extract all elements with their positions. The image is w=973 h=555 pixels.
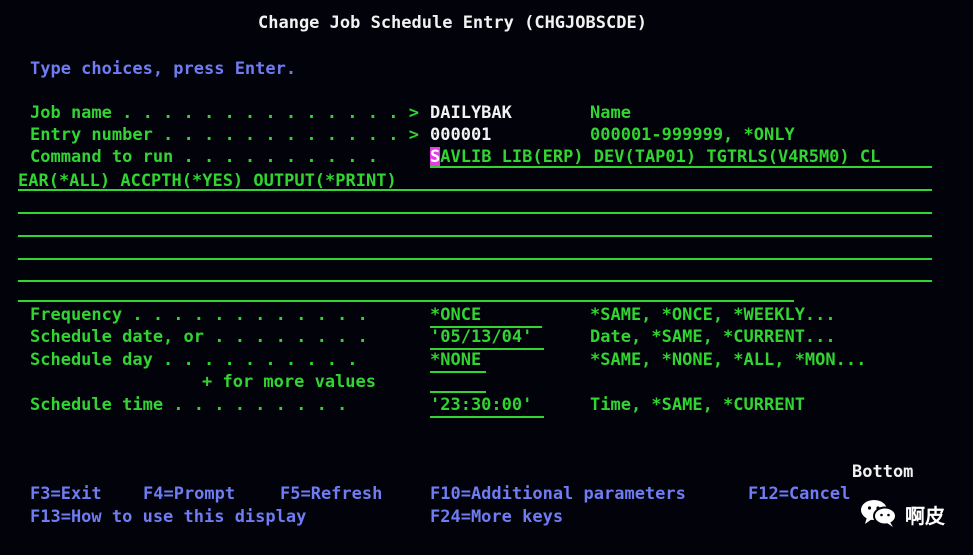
f5-refresh-key[interactable]: F5=Refresh (280, 483, 382, 505)
f24-more-keys-key[interactable]: F24=More keys (430, 506, 563, 528)
schedule-day-field[interactable]: *NONE (430, 349, 486, 373)
entry-number-field[interactable]: 000001 (430, 124, 491, 146)
command-underline-4 (18, 235, 932, 237)
watermark-text: 啊皮 (905, 504, 945, 528)
f13-help-key[interactable]: F13=How to use this display (30, 506, 306, 528)
frequency-field[interactable]: *ONCE (430, 304, 542, 328)
schedule-date-field[interactable]: '05/13/04' (430, 326, 544, 350)
command-underline-7 (18, 300, 794, 302)
screen-title: Change Job Schedule Entry (CHGJOBSCDE) (258, 13, 647, 33)
instructions-text: Type choices, press Enter. (30, 59, 297, 79)
command-label: Command to run . . . . . . . . . . (30, 147, 378, 167)
command-value-line1: AVLIB LIB(ERP) DEV(TAP01) TGTRLS(V4R5M0)… (440, 147, 881, 167)
job-name-label: Job name . . . . . . . . . . . . . . > (30, 103, 419, 123)
more-values-label: + for more values (202, 372, 376, 392)
entry-number-label: Entry number . . . . . . . . . . . . > (30, 125, 419, 145)
bottom-indicator: Bottom (852, 462, 914, 482)
command-underline-5 (18, 258, 932, 260)
job-name-field[interactable]: DAILYBAK (430, 102, 512, 124)
schedule-day-extra-field[interactable] (430, 391, 486, 393)
command-underline-3 (18, 212, 932, 214)
wechat-icon (859, 498, 897, 534)
schedule-time-label: Schedule time . . . . . . . . . (30, 395, 348, 415)
f12-cancel-key[interactable]: F12=Cancel (748, 483, 850, 505)
command-underline-2 (18, 189, 932, 191)
command-underline-1 (430, 166, 932, 168)
frequency-hint: *SAME, *ONCE, *WEEKLY... (590, 305, 836, 325)
schedule-day-hint: *SAME, *NONE, *ALL, *MON... (590, 350, 867, 370)
watermark: 啊皮 (859, 498, 945, 534)
schedule-date-label: Schedule date, or . . . . . . . . (30, 327, 368, 347)
schedule-time-hint: Time, *SAME, *CURRENT (590, 395, 805, 415)
frequency-label: Frequency . . . . . . . . . . . . (30, 305, 368, 325)
entry-number-hint: 000001-999999, *ONLY (590, 125, 795, 145)
schedule-date-hint: Date, *SAME, *CURRENT... (590, 327, 836, 347)
terminal-screen: Change Job Schedule Entry (CHGJOBSCDE) T… (0, 0, 973, 555)
schedule-time-field[interactable]: '23:30:00' (430, 394, 544, 418)
text-cursor: S (430, 147, 441, 167)
command-field-line1[interactable]: SAVLIB LIB(ERP) DEV(TAP01) TGTRLS(V4R5M0… (430, 146, 880, 168)
f10-additional-parameters-key[interactable]: F10=Additional parameters (430, 483, 686, 505)
f3-exit-key[interactable]: F3=Exit (30, 483, 102, 505)
job-name-hint: Name (590, 103, 631, 123)
command-underline-6 (18, 280, 932, 282)
f4-prompt-key[interactable]: F4=Prompt (143, 483, 235, 505)
schedule-day-label: Schedule day . . . . . . . . . . (30, 350, 358, 370)
